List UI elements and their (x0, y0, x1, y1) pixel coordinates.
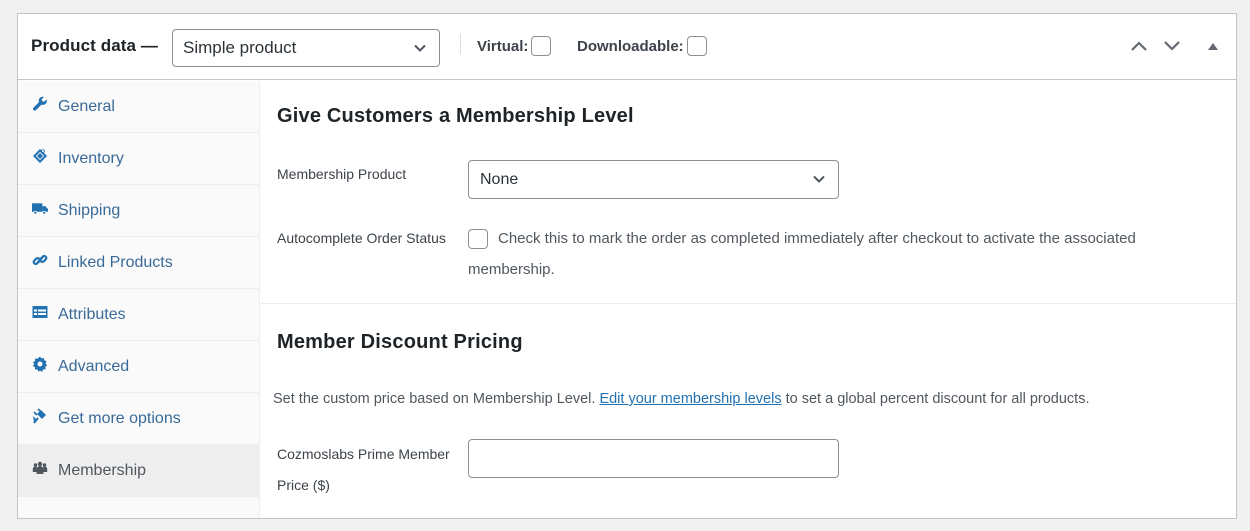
virtual-option[interactable]: Virtual: (477, 36, 552, 56)
prime-member-price-input[interactable] (468, 439, 839, 478)
link-icon (32, 252, 48, 268)
product-data-tabs: General Inventory Shipping Linked Produc… (18, 81, 260, 518)
discount-description-text: Set the custom price based on Membership… (273, 391, 596, 407)
tab-shipping[interactable]: Shipping (18, 185, 259, 237)
move-down-button[interactable] (1161, 36, 1183, 56)
tab-label: Inventory (58, 149, 124, 167)
discount-description-text-after: to set a global percent discount for all… (785, 391, 1090, 407)
downloadable-checkbox[interactable] (686, 36, 707, 56)
product-data-panel: Product data — Simple product Virtual: D… (17, 13, 1237, 519)
wrench-icon (32, 96, 48, 112)
truck-icon (32, 200, 48, 216)
virtual-label: Virtual: (477, 37, 529, 55)
tab-advanced[interactable]: Advanced (18, 341, 259, 393)
gear-icon (32, 356, 48, 372)
tab-general[interactable]: General (18, 81, 259, 133)
plugin-icon (32, 407, 48, 424)
product-data-title: Product data — (31, 36, 159, 55)
prime-member-price-label: Cozmoslabs Prime Member Price ($) (277, 446, 450, 493)
tab-membership[interactable]: Membership (18, 445, 259, 497)
tab-attributes[interactable]: Attributes (18, 289, 259, 341)
chevron-down-icon (813, 175, 825, 183)
product-type-select[interactable]: Simple product (172, 29, 440, 67)
membership-product-value: None (480, 170, 519, 188)
tab-label: Attributes (58, 305, 126, 323)
section-divider (261, 303, 1236, 304)
move-up-button[interactable] (1128, 36, 1150, 56)
chevron-down-icon (1164, 41, 1180, 51)
tab-label: Linked Products (58, 253, 173, 271)
tab-label: Get more options (58, 409, 181, 427)
tab-label: General (58, 97, 115, 115)
tag-icon (32, 148, 48, 164)
tab-label: Shipping (58, 201, 121, 219)
tab-get-more-options[interactable]: Get more options (18, 393, 259, 445)
downloadable-label: Downloadable: (577, 37, 684, 55)
downloadable-option[interactable]: Downloadable: (577, 36, 707, 56)
edit-membership-levels-link[interactable]: Edit your membership levels (599, 391, 781, 407)
triangle-up-icon (1208, 43, 1218, 50)
tab-label: Membership (58, 462, 147, 479)
chevron-down-icon (414, 44, 426, 52)
discount-description: Set the custom price based on Membership… (273, 384, 1089, 415)
toggle-panel-button[interactable] (1202, 36, 1224, 56)
tab-inventory[interactable]: Inventory (18, 133, 259, 185)
discount-section-title: Member Discount Pricing (277, 331, 523, 353)
membership-product-select[interactable]: None (468, 160, 839, 199)
chevron-up-icon (1131, 41, 1147, 51)
membership-section-title: Give Customers a Membership Level (277, 105, 634, 127)
autocomplete-description: Check this to mark the order as complete… (468, 230, 1136, 278)
groups-icon (32, 460, 48, 476)
header-separator (460, 34, 461, 54)
tab-label: Advanced (58, 357, 130, 375)
membership-panel: Give Customers a Membership Level Member… (261, 81, 1236, 518)
membership-product-label: Membership Product (277, 166, 407, 182)
list-view-icon (32, 304, 48, 320)
product-type-value: Simple product (183, 38, 297, 57)
tab-linked-products[interactable]: Linked Products (18, 237, 259, 289)
product-data-header: Product data — Simple product Virtual: D… (18, 14, 1236, 80)
virtual-checkbox[interactable] (531, 36, 552, 56)
autocomplete-label: Autocomplete Order Status (277, 230, 446, 246)
